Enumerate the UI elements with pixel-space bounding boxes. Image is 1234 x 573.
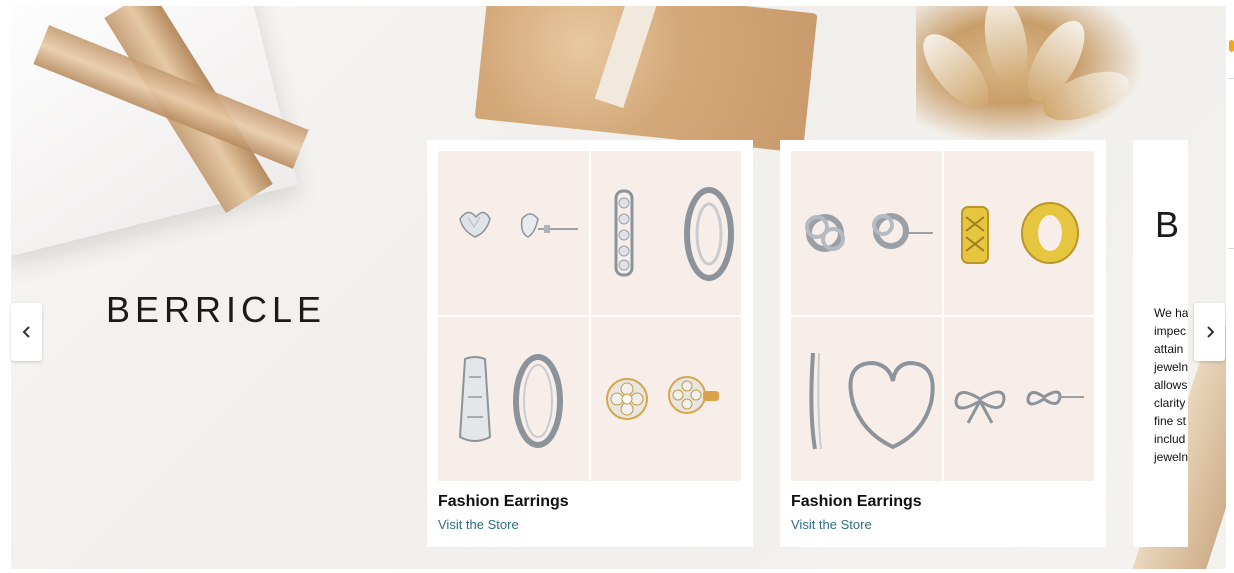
product-tile[interactable] bbox=[944, 317, 1094, 481]
brand-logo[interactable]: BERRICLE bbox=[106, 289, 366, 331]
cz-hoop-earring-image bbox=[614, 187, 734, 281]
love-knot-stud-earring-image bbox=[805, 213, 933, 252]
edge-indicator bbox=[1229, 40, 1234, 52]
gold-flower-stud-earring-image bbox=[606, 376, 719, 420]
product-image-grid[interactable] bbox=[438, 151, 741, 482]
flower-decoration bbox=[911, 6, 1146, 146]
visit-store-link[interactable]: Visit the Store bbox=[438, 517, 519, 532]
divider bbox=[1228, 248, 1234, 249]
product-tile[interactable] bbox=[944, 151, 1094, 315]
filigree-hoop-earring-image bbox=[458, 354, 563, 448]
product-tile[interactable] bbox=[791, 317, 942, 481]
product-tile[interactable] bbox=[591, 151, 741, 315]
product-tile[interactable] bbox=[791, 151, 942, 315]
brand-description: We ha impec attain jeweln allows clarity… bbox=[1154, 306, 1188, 464]
visit-store-link[interactable]: Visit the Store bbox=[791, 517, 872, 532]
card-title[interactable]: Fashion Earrings bbox=[438, 493, 569, 511]
heart-hoop-earring-image bbox=[809, 352, 935, 450]
product-tile[interactable] bbox=[438, 317, 589, 481]
product-tile[interactable] bbox=[438, 151, 589, 315]
product-image-grid[interactable] bbox=[791, 151, 1094, 482]
cz-heart-stud-earring-image bbox=[459, 211, 578, 238]
chevron-left-icon bbox=[22, 326, 30, 338]
product-card[interactable]: Fashion Earrings Visit the Store bbox=[427, 140, 753, 547]
chevron-right-icon bbox=[1206, 326, 1214, 338]
card-title[interactable]: Fashion Earrings bbox=[791, 493, 922, 511]
product-tile[interactable] bbox=[591, 317, 741, 481]
brand-info-card[interactable]: B We ha impec attain jeweln allows clari… bbox=[1133, 140, 1188, 547]
bow-stud-earring-image bbox=[954, 390, 1084, 424]
carousel-next-button[interactable] bbox=[1194, 303, 1225, 361]
divider bbox=[1228, 78, 1234, 79]
carousel-prev-button[interactable] bbox=[11, 303, 42, 361]
product-card[interactable]: Fashion Earrings Visit the Store bbox=[780, 140, 1106, 547]
brand-logo-partial: B bbox=[1155, 204, 1184, 245]
page-edge bbox=[1226, 0, 1234, 573]
gold-filigree-huggie-earring-image bbox=[961, 202, 1079, 264]
